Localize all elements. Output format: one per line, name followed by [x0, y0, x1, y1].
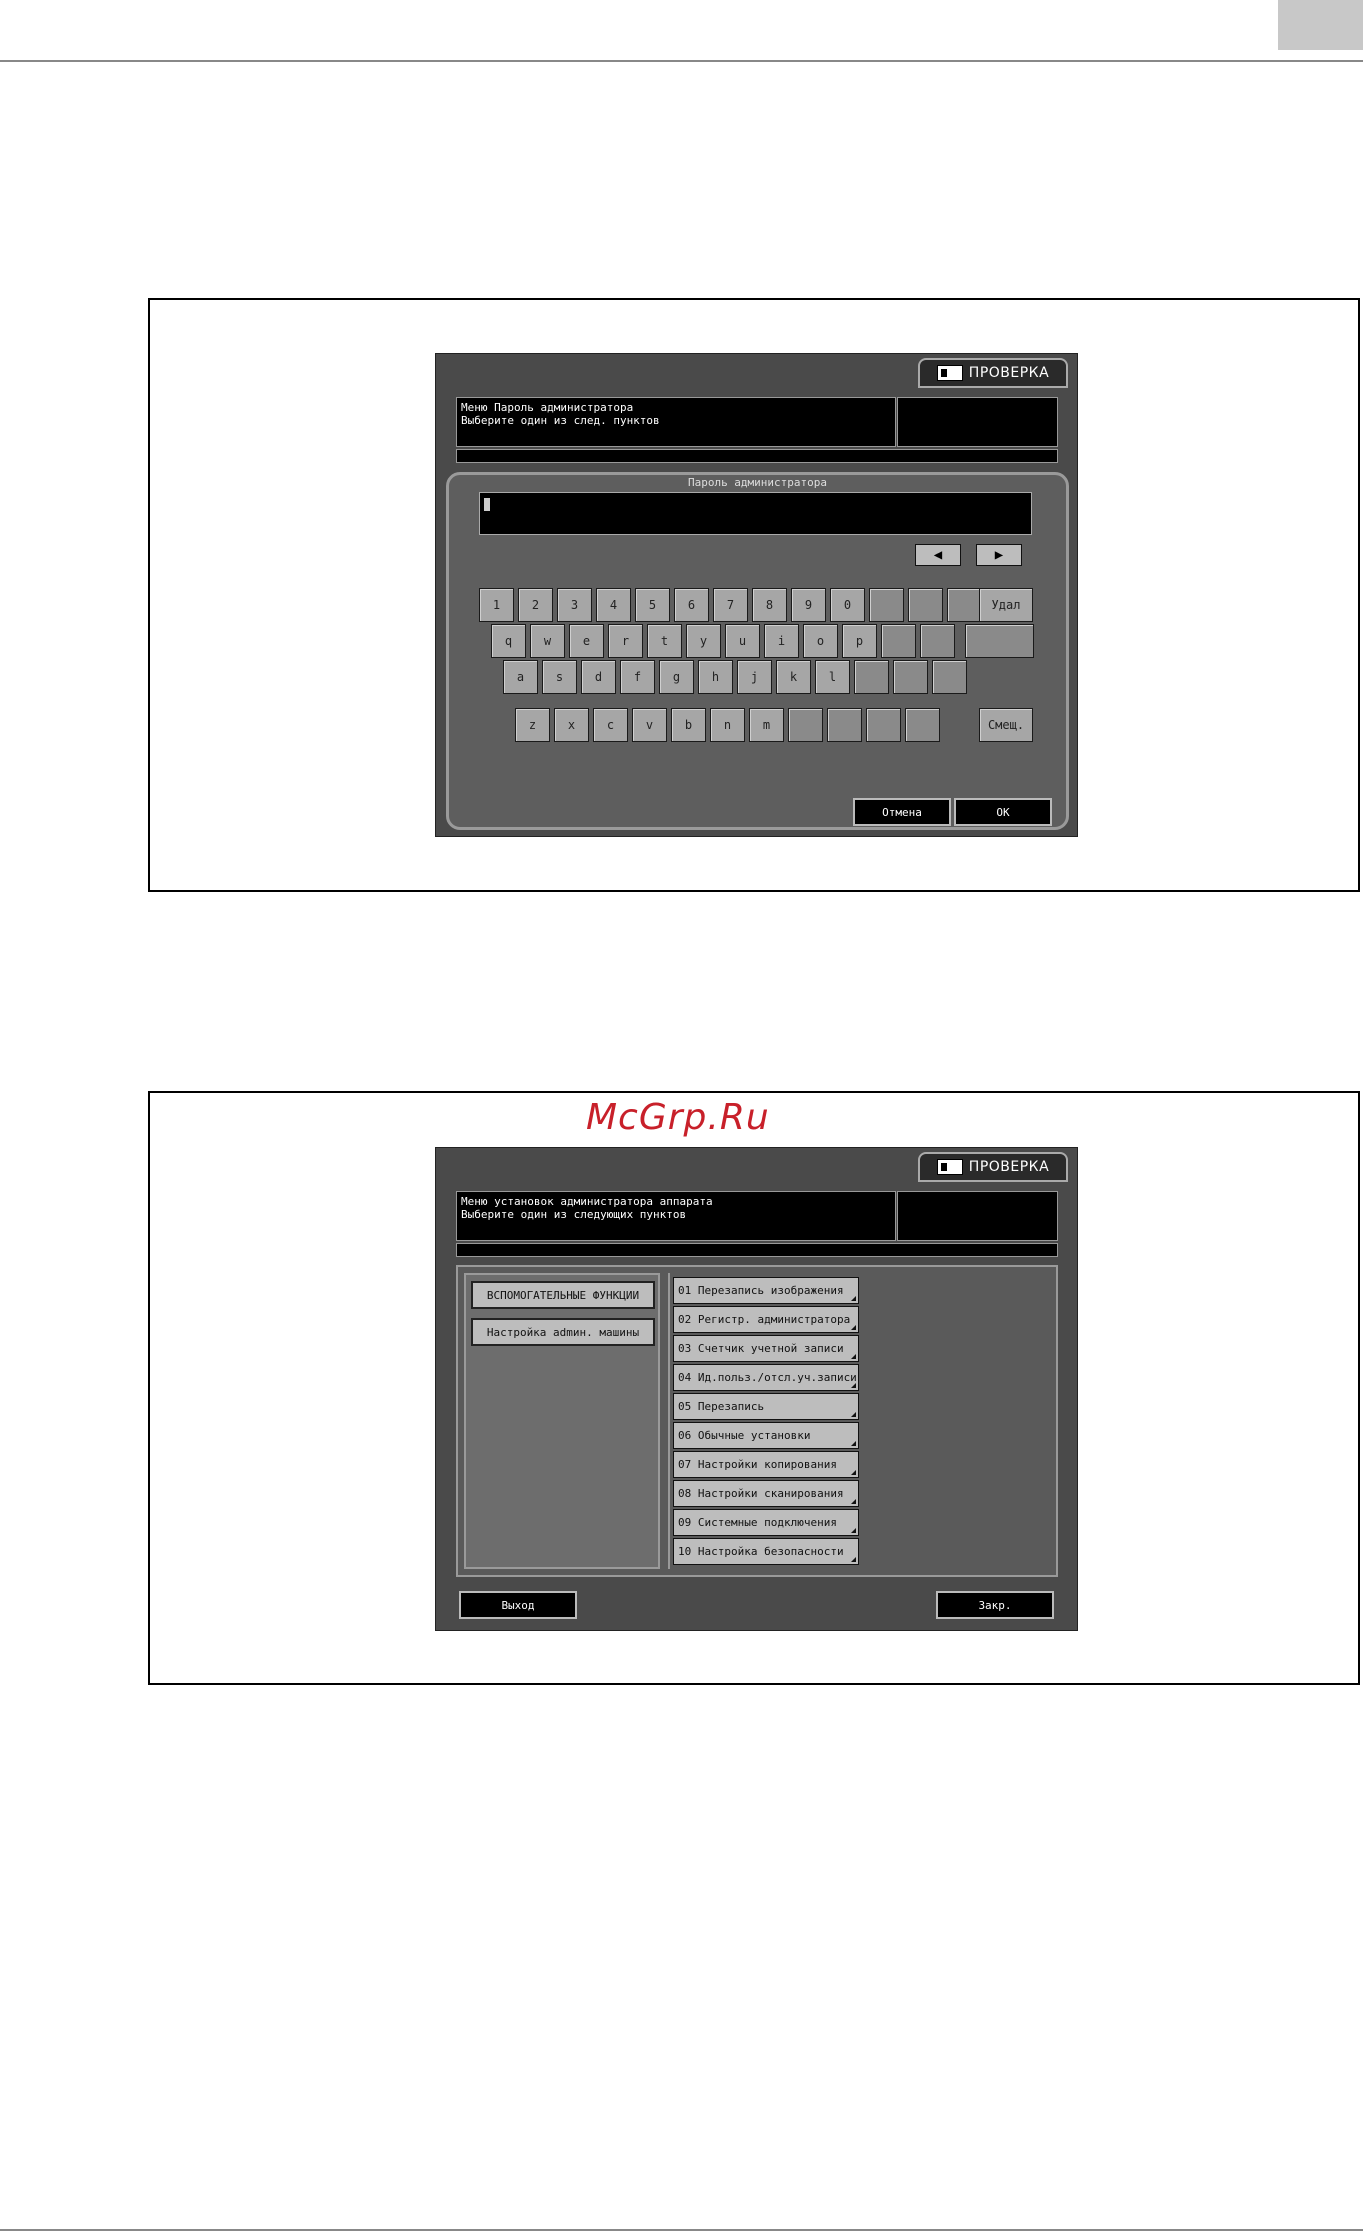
- key-b[interactable]: b: [671, 708, 706, 742]
- key-i[interactable]: i: [764, 624, 799, 658]
- menu-item-01[interactable]: 01 Перезапись изображения: [673, 1277, 859, 1304]
- blank-key[interactable]: [908, 588, 943, 622]
- key-f[interactable]: f: [620, 660, 655, 694]
- key-9[interactable]: 9: [791, 588, 826, 622]
- key-7[interactable]: 7: [713, 588, 748, 622]
- blank-key[interactable]: [893, 660, 928, 694]
- function-tabs: ВСПОМОГАТЕЛЬНЫЕ ФУНКЦИИ Настройка admин.…: [464, 1273, 660, 1569]
- menu-item-04[interactable]: 04 Ид.польз./отсл.уч.записи: [673, 1364, 859, 1391]
- menu-item-02[interactable]: 02 Регистр. администратора: [673, 1306, 859, 1333]
- key-n[interactable]: n: [710, 708, 745, 742]
- key-0[interactable]: 0: [830, 588, 865, 622]
- menu-item-06[interactable]: 06 Обычные установки: [673, 1422, 859, 1449]
- blank-key[interactable]: [788, 708, 823, 742]
- shift-key[interactable]: Смещ.: [979, 708, 1033, 742]
- cursor-right-button[interactable]: ▶: [976, 544, 1022, 566]
- check-button[interactable]: ПРОВЕРКА: [918, 1152, 1068, 1182]
- key-e[interactable]: e: [569, 624, 604, 658]
- check-icon: [936, 1159, 963, 1175]
- message-line-1: Меню установок администратора аппарата: [461, 1195, 713, 1208]
- menu-item-03[interactable]: 03 Счетчик учетной записи: [673, 1335, 859, 1362]
- key-q[interactable]: q: [491, 624, 526, 658]
- key-x[interactable]: x: [554, 708, 589, 742]
- blank-key[interactable]: [947, 588, 982, 622]
- check-button[interactable]: ПРОВЕРКА: [918, 358, 1068, 388]
- key-6[interactable]: 6: [674, 588, 709, 622]
- key-5[interactable]: 5: [635, 588, 670, 622]
- key-g[interactable]: g: [659, 660, 694, 694]
- text-cursor: [484, 498, 490, 511]
- message-area: Меню установок администратора аппарата В…: [456, 1191, 896, 1241]
- close-button[interactable]: Закр.: [936, 1591, 1054, 1619]
- delete-key[interactable]: Удал: [979, 588, 1033, 622]
- key-4[interactable]: 4: [596, 588, 631, 622]
- message-area: Меню Пароль администратора Выберите один…: [456, 397, 896, 447]
- blank-key[interactable]: [905, 708, 940, 742]
- blank-key[interactable]: [866, 708, 901, 742]
- cursor-left-button[interactable]: ◀: [915, 544, 961, 566]
- key-1[interactable]: 1: [479, 588, 514, 622]
- key-8[interactable]: 8: [752, 588, 787, 622]
- key-r[interactable]: r: [608, 624, 643, 658]
- message-side-area: [897, 397, 1058, 447]
- menu-item-09[interactable]: 09 Системные подключения: [673, 1509, 859, 1536]
- key-3[interactable]: 3: [557, 588, 592, 622]
- menu-item-10[interactable]: 10 Настройка безопасности: [673, 1538, 859, 1565]
- admin-screen: ПРОВЕРКА Меню установок администратора а…: [435, 1147, 1078, 1631]
- cancel-button[interactable]: Отмена: [853, 798, 951, 826]
- message-line-2: Выберите один из след. пунктов: [461, 414, 660, 427]
- blank-key[interactable]: [854, 660, 889, 694]
- key-z[interactable]: z: [515, 708, 550, 742]
- blank-key[interactable]: [965, 624, 1034, 658]
- key-w[interactable]: w: [530, 624, 565, 658]
- message-strip: [456, 449, 1058, 463]
- menu-item-08[interactable]: 08 Настройки сканирования: [673, 1480, 859, 1507]
- key-2[interactable]: 2: [518, 588, 553, 622]
- exit-button[interactable]: Выход: [459, 1591, 577, 1619]
- check-label: ПРОВЕРКА: [968, 365, 1050, 381]
- key-o[interactable]: o: [803, 624, 838, 658]
- message-line-2: Выберите один из следующих пунктов: [461, 1208, 687, 1221]
- header-rule: [0, 60, 1363, 62]
- key-m[interactable]: m: [749, 708, 784, 742]
- key-t[interactable]: t: [647, 624, 682, 658]
- blank-key[interactable]: [869, 588, 904, 622]
- password-screen: ПРОВЕРКА Меню Пароль администратора Выбе…: [435, 353, 1078, 837]
- message-strip: [456, 1243, 1058, 1257]
- tab-auxiliary-functions[interactable]: ВСПОМОГАТЕЛЬНЫЕ ФУНКЦИИ: [471, 1281, 655, 1309]
- key-k[interactable]: k: [776, 660, 811, 694]
- admin-panel: ВСПОМОГАТЕЛЬНЫЕ ФУНКЦИИ Настройка admин.…: [456, 1265, 1058, 1577]
- blank-key[interactable]: [920, 624, 955, 658]
- ok-button[interactable]: OK: [954, 798, 1052, 826]
- key-v[interactable]: v: [632, 708, 667, 742]
- page-number-tab: [1278, 0, 1363, 50]
- blank-key[interactable]: [827, 708, 862, 742]
- key-p[interactable]: p: [842, 624, 877, 658]
- key-a[interactable]: a: [503, 660, 538, 694]
- tab-admin-settings[interactable]: Настройка admин. машины: [471, 1318, 655, 1346]
- blank-key[interactable]: [932, 660, 967, 694]
- menu-item-05[interactable]: 05 Перезапись: [673, 1393, 859, 1420]
- password-panel: Пароль администратора ◀ ▶ 1234567890 qwer…: [446, 472, 1069, 830]
- key-c[interactable]: c: [593, 708, 628, 742]
- key-j[interactable]: j: [737, 660, 772, 694]
- message-line-1: Меню Пароль администратора: [461, 401, 634, 414]
- footer-rule: [0, 2229, 1363, 2231]
- check-icon: [936, 365, 963, 381]
- key-u[interactable]: u: [725, 624, 760, 658]
- figure-admin-menu: McGrp.Ru ПРОВЕРКА Меню установок админис…: [148, 1091, 1360, 1685]
- key-l[interactable]: l: [815, 660, 850, 694]
- password-title: Пароль администратора: [687, 476, 828, 489]
- key-d[interactable]: d: [581, 660, 616, 694]
- blank-key[interactable]: [881, 624, 916, 658]
- message-side-area: [897, 1191, 1058, 1241]
- menu-item-07[interactable]: 07 Настройки копирования: [673, 1451, 859, 1478]
- watermark: McGrp.Ru: [586, 1097, 770, 1138]
- key-s[interactable]: s: [542, 660, 577, 694]
- key-h[interactable]: h: [698, 660, 733, 694]
- key-y[interactable]: y: [686, 624, 721, 658]
- check-label: ПРОВЕРКА: [968, 1159, 1050, 1175]
- figure-password-screen: ПРОВЕРКА Меню Пароль администратора Выбе…: [148, 298, 1360, 892]
- password-input[interactable]: [479, 492, 1032, 535]
